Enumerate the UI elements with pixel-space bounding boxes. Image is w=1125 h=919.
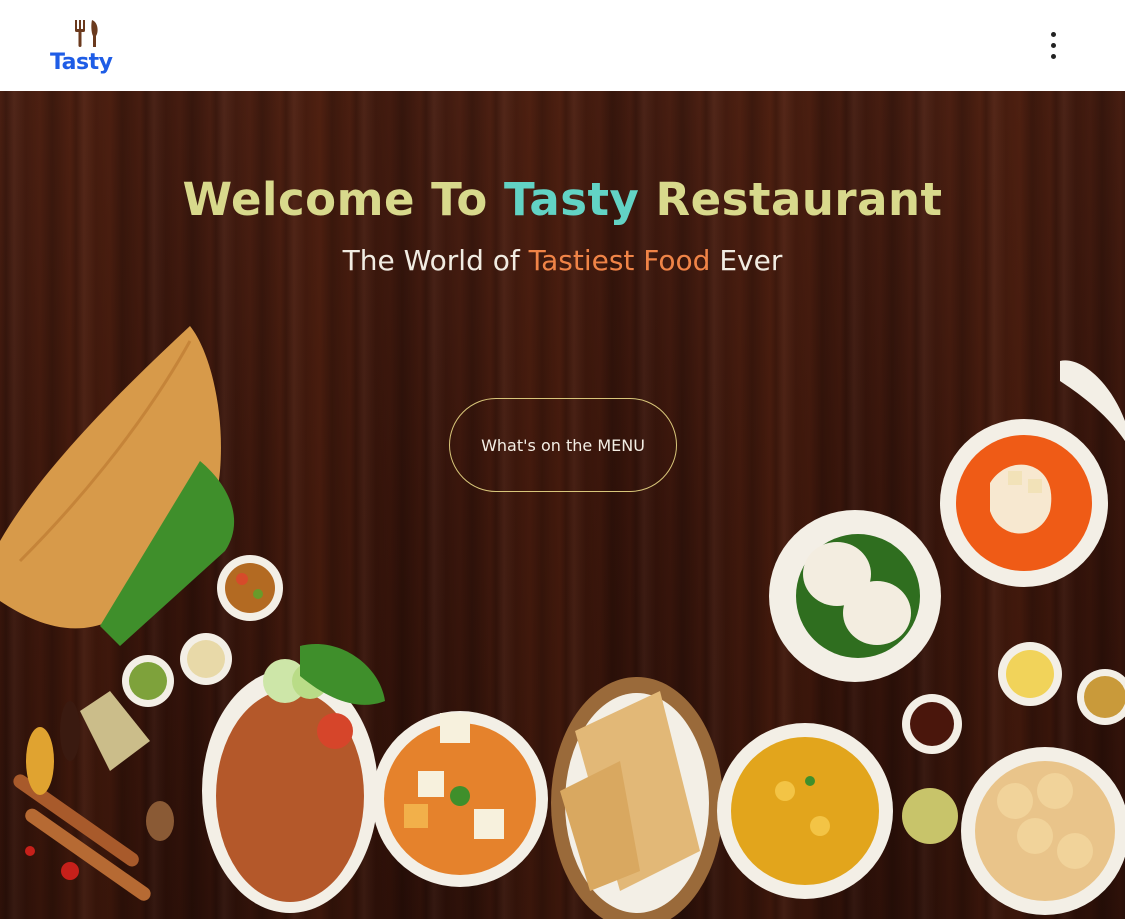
title-suffix: Restaurant xyxy=(639,173,943,226)
vegetable-pakora-plate-image xyxy=(202,644,385,913)
hero-section: Welcome To Tasty Restaurant The World of… xyxy=(0,91,1125,919)
spices-image xyxy=(13,691,174,901)
navbar: Tasty xyxy=(0,0,1125,91)
title-prefix: Welcome To xyxy=(182,173,504,226)
puri-plate-image xyxy=(961,747,1125,915)
chutney-bowls-image xyxy=(122,633,1125,844)
idli-plate-image xyxy=(769,510,941,682)
title-accent: Tasty xyxy=(503,173,640,226)
paneer-curry-bowl-image xyxy=(372,711,548,887)
brand-name: Tasty xyxy=(50,49,113,75)
subtitle-prefix: The World of xyxy=(342,244,529,277)
brand-logo[interactable]: Tasty xyxy=(50,18,126,74)
kebab-menu-icon[interactable] xyxy=(1041,26,1065,66)
aloo-sabzi-bowl-image xyxy=(717,723,893,899)
hero-title: Welcome To Tasty Restaurant xyxy=(0,173,1125,226)
view-menu-button[interactable]: What's on the MENU xyxy=(449,398,677,492)
subtitle-accent: Tastiest Food xyxy=(528,244,711,277)
tomato-soup-bowl-image xyxy=(940,360,1125,587)
naan-basket-image xyxy=(551,677,723,919)
dosa-image xyxy=(0,326,235,646)
hero-subtitle: The World of Tastiest Food Ever xyxy=(0,244,1125,277)
fork-knife-icon xyxy=(75,19,98,47)
sambar-bowl-image xyxy=(217,555,283,621)
subtitle-suffix: Ever xyxy=(710,244,783,277)
